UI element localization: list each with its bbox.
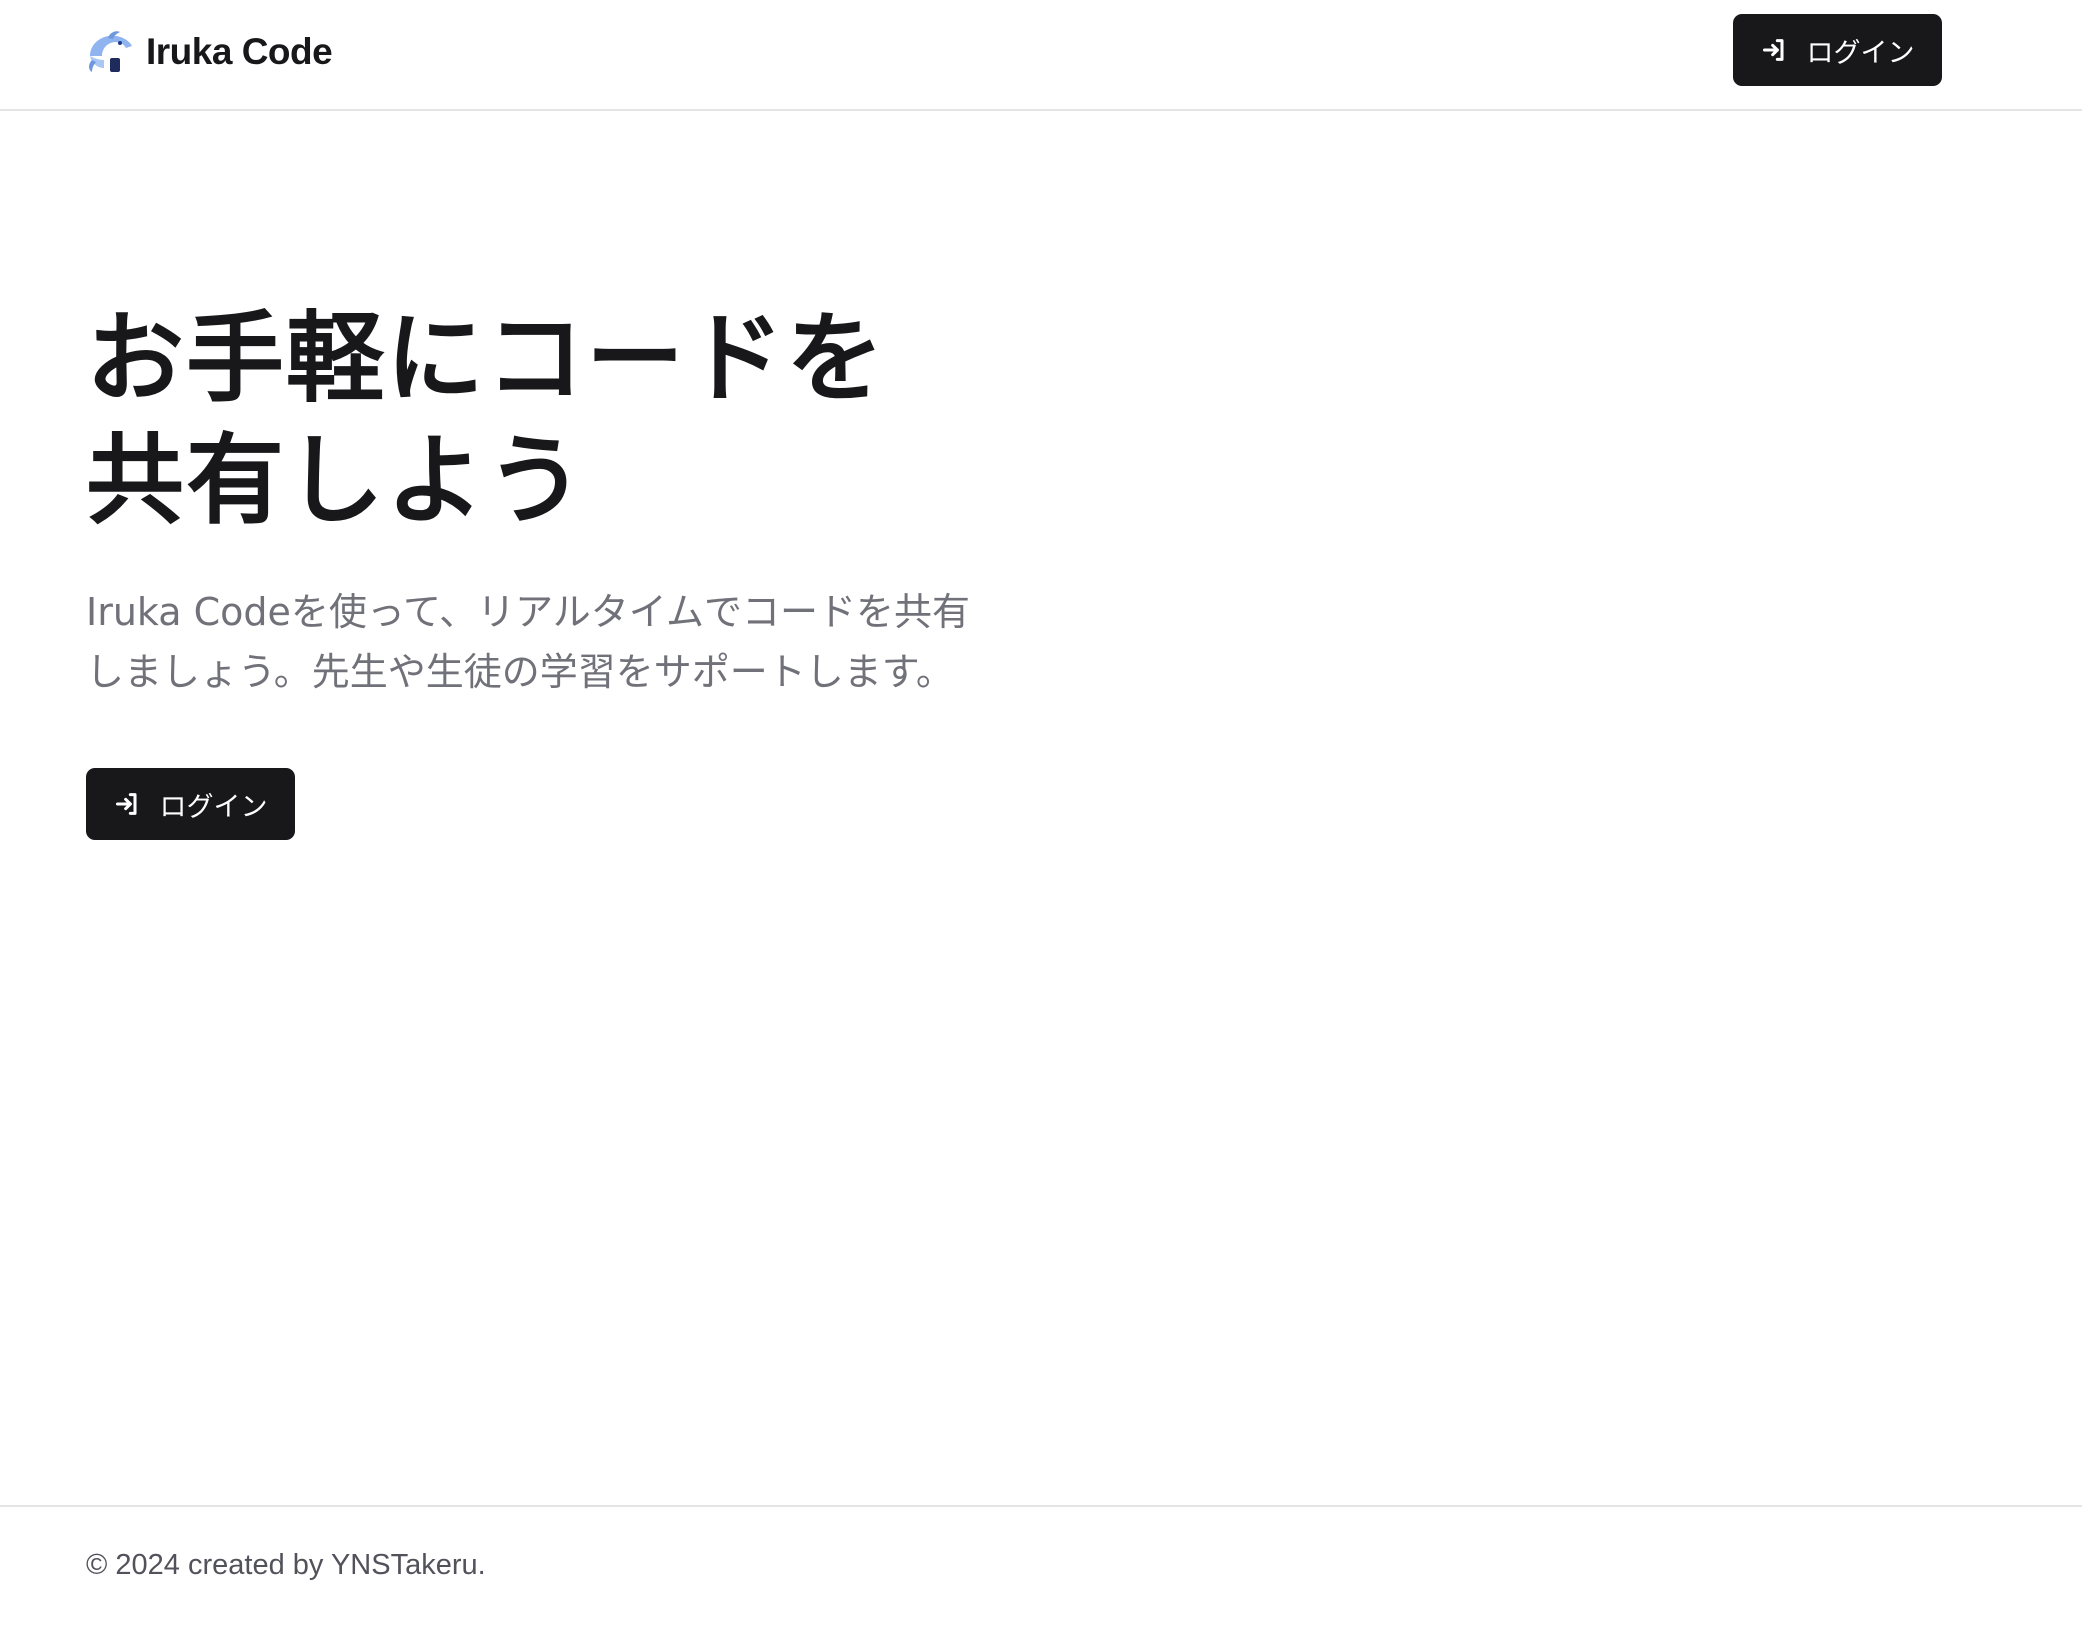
hero-subtitle: Iruka Codeを使って、リアルタイムでコードを共有 しましょう。先生や生徒…	[86, 582, 1046, 702]
hero-title: お手軽にコードを 共有しよう	[86, 298, 1186, 542]
site-header: Iruka Code ログイン	[0, 0, 2082, 111]
brand-name: Iruka Code	[146, 31, 333, 72]
login-arrow-icon	[115, 793, 137, 815]
header-login-label: ログイン	[1806, 37, 1915, 69]
hero-login-button[interactable]: ログイン	[86, 768, 295, 840]
hero-subtitle-line-1: Iruka Codeを使って、リアルタイムでコードを共有	[86, 590, 970, 634]
hero-title-line-2: 共有しよう	[86, 424, 587, 538]
site-footer: © 2024 created by YNSTakeru.	[0, 1505, 2082, 1628]
brand[interactable]: Iruka Code	[86, 28, 333, 76]
copyright-text: © 2024 created by YNSTakeru.	[86, 1549, 486, 1581]
hero-title-line-1: お手軽にコードを	[86, 302, 887, 416]
login-arrow-icon	[1762, 39, 1784, 61]
dolphin-icon	[89, 31, 132, 72]
hero-subtitle-line-2: しましょう。先生や生徒の学習をサポートします。	[86, 650, 954, 694]
header-login-button[interactable]: ログイン	[1733, 14, 1942, 86]
hero-login-label: ログイン	[159, 791, 268, 823]
